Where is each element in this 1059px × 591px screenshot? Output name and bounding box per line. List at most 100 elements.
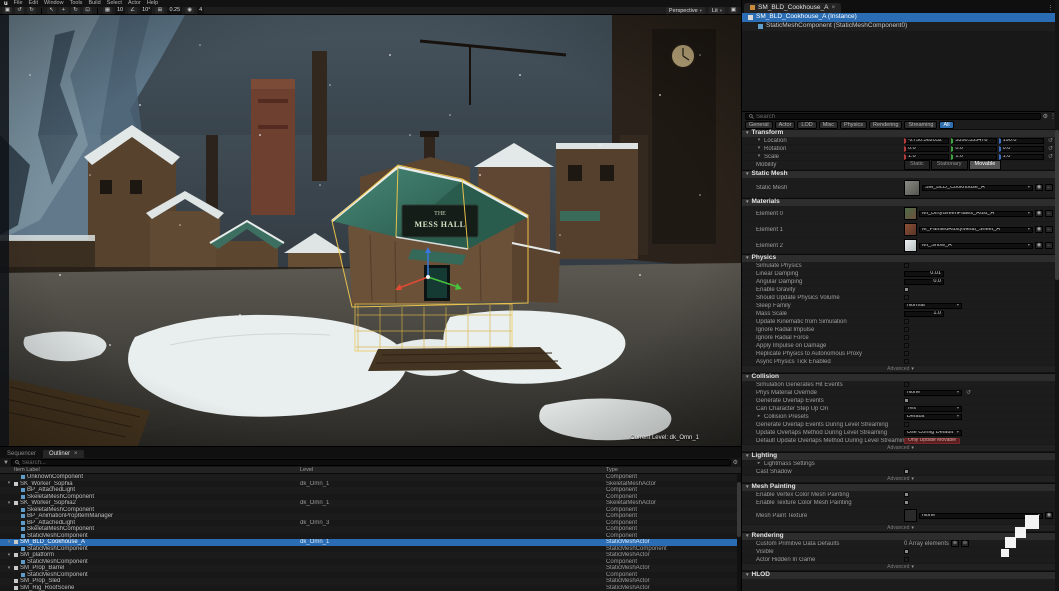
column-item-label[interactable]: Item Label (0, 467, 300, 473)
material-dropdown[interactable]: M_PaintedRustyMetal_Sheet_A▾ (919, 227, 1033, 233)
scrollbar-thumb[interactable] (1055, 130, 1059, 280)
outliner-settings-gear-icon[interactable]: ⚙ (733, 460, 738, 466)
clear-array-icon[interactable]: ⊖ (961, 540, 969, 547)
grid-snap-icon[interactable]: ▦ (103, 7, 112, 14)
scale-snap-value[interactable]: 0.25 (167, 7, 182, 14)
browse-to-asset-icon[interactable]: ◉ (1035, 242, 1043, 249)
checkbox[interactable] (904, 492, 909, 497)
scale-x-field[interactable]: 1.0 (904, 154, 949, 160)
mobility-static[interactable]: Static (904, 160, 930, 170)
checkbox[interactable] (904, 398, 909, 403)
menu-item-actor[interactable]: Actor (128, 1, 141, 7)
rotate-tool-icon[interactable]: ↻ (71, 7, 80, 14)
rotation-snap-icon[interactable]: ∠ (128, 7, 137, 14)
menu-item-edit[interactable]: Edit (29, 1, 38, 7)
section-physics[interactable]: ▾Physics (742, 254, 1059, 262)
undo-button[interactable]: ↺ (15, 7, 24, 14)
static-mesh-dropdown[interactable]: SM_BLD_Cookhouse_A▾ (922, 185, 1033, 191)
dropdown[interactable]: Use Config Default▾ (904, 430, 962, 436)
select-tool-icon[interactable]: ↖ (47, 7, 56, 14)
scale-y-field[interactable]: 1.0 (951, 154, 996, 160)
perspective-dropdown[interactable]: Perspective▾ (666, 7, 705, 14)
mobility-stationary[interactable]: Stationary (931, 160, 968, 170)
dropdown[interactable]: Yes▾ (904, 406, 962, 412)
location-y-field[interactable]: 3350.335478 (951, 138, 996, 144)
filter-streaming[interactable]: Streaming (904, 121, 937, 130)
section-hlod[interactable]: ▾HLOD (742, 571, 1059, 579)
outliner-row[interactable]: ▾SK_Worker_Sophia2dk_Omn_1SkeletalMeshAc… (0, 500, 741, 507)
outliner-row-selected[interactable]: ▾SM_BLD_Cookhouse_Adk_Omn_1StaticMeshAct… (0, 539, 741, 546)
advanced-expander[interactable]: Advanced▾ (742, 476, 1059, 483)
outliner-row[interactable]: ▾SK_Worker_Sophiadk_Omn_1SkeletalMeshAct… (0, 481, 741, 488)
scale-snap-icon[interactable]: ⊞ (155, 7, 164, 14)
rotation-snap-value[interactable]: 10° (140, 7, 152, 14)
details-search-field[interactable] (756, 114, 1037, 120)
component-row-staticmesh[interactable]: StaticMeshComponent (StaticMeshComponent… (742, 22, 1059, 31)
maximize-viewport-icon[interactable]: ▣ (729, 7, 738, 14)
menu-item-file[interactable]: File (14, 1, 23, 7)
location-x-field[interactable]: -2730.362032 (904, 138, 949, 144)
browse-to-asset-icon[interactable]: ◉ (1035, 210, 1043, 217)
filter-lod[interactable]: LOD (797, 121, 816, 130)
section-static-mesh[interactable]: ▾Static Mesh (742, 170, 1059, 178)
scale-tool-icon[interactable]: ⊡ (83, 7, 92, 14)
grid-snap-value[interactable]: 10 (115, 7, 125, 14)
save-button[interactable]: ▣ (3, 7, 12, 14)
material-thumbnail[interactable] (904, 239, 917, 252)
checkbox[interactable] (904, 557, 909, 562)
expander-icon[interactable]: ▾ (6, 540, 12, 545)
filter-actor[interactable]: Actor (775, 121, 796, 130)
use-selected-asset-icon[interactable]: ← (1045, 226, 1053, 233)
material-dropdown[interactable]: MI_Snow_A▾ (919, 243, 1033, 249)
checkbox[interactable] (904, 319, 909, 324)
view-mode-dropdown[interactable]: Lit▾ (709, 7, 725, 14)
add-element-icon[interactable]: ⊕ (951, 540, 959, 547)
mobility-movable[interactable]: Movable (969, 160, 1002, 170)
number-field[interactable]: 0.0 (904, 279, 944, 285)
checkbox[interactable] (904, 500, 909, 505)
camera-speed-icon[interactable]: ◉ (185, 7, 194, 14)
browse-to-asset-icon[interactable]: ◉ (1035, 226, 1043, 233)
checkbox[interactable] (904, 343, 909, 348)
checkbox[interactable] (904, 335, 909, 340)
close-icon[interactable]: × (831, 5, 835, 12)
number-field[interactable]: 0.01 (904, 271, 944, 277)
tab-outliner[interactable]: Outliner× (43, 450, 84, 458)
column-level[interactable]: Level (300, 467, 606, 473)
checkbox[interactable] (904, 287, 909, 292)
material-thumbnail[interactable] (904, 207, 917, 220)
outliner-row[interactable]: SM_Rig_RoofSceneStaticMeshActor (0, 585, 741, 591)
static-mesh-thumbnail[interactable] (904, 180, 920, 196)
rotation-y-field[interactable]: 0.0° (951, 146, 996, 152)
location-z-field[interactable]: 190.0 (999, 138, 1044, 144)
filter-physics[interactable]: Physics (840, 121, 867, 130)
reset-icon[interactable]: ↺ (966, 390, 971, 396)
menu-item-build[interactable]: Build (88, 1, 100, 7)
use-selected-asset-icon[interactable]: ← (1045, 184, 1053, 191)
checkbox[interactable] (904, 327, 909, 332)
rotation-x-field[interactable]: 0.0° (904, 146, 949, 152)
number-field[interactable]: 1.0 (904, 311, 944, 317)
column-type[interactable]: Type (606, 467, 741, 473)
browse-to-asset-icon[interactable]: ◉ (1045, 512, 1053, 519)
reset-icon[interactable]: ↺ (1048, 146, 1053, 152)
outliner-search-input[interactable] (11, 459, 731, 466)
component-row-actor[interactable]: SM_BLD_Cookhouse_A (Instance) (742, 13, 1059, 22)
reset-icon[interactable]: ↺ (1048, 154, 1053, 160)
checkbox[interactable] (904, 469, 909, 474)
dropdown[interactable]: Normal▾ (904, 303, 962, 309)
section-collision[interactable]: ▾Collision (742, 373, 1059, 381)
details-search-input[interactable] (745, 113, 1041, 120)
details-settings-gear-icon[interactable]: ⚙ (1043, 114, 1048, 120)
filter-general[interactable]: General (745, 121, 773, 130)
menu-item-select[interactable]: Select (107, 1, 122, 7)
advanced-expander[interactable]: Advanced▾ (742, 366, 1059, 373)
checkbox[interactable] (904, 351, 909, 356)
outliner-row[interactable]: BP_AttachedLightdk_Omn_3Component (0, 520, 741, 527)
advanced-expander[interactable]: Advanced▾ (742, 445, 1059, 452)
checkbox[interactable] (904, 422, 909, 427)
filter-all[interactable]: All (939, 121, 953, 130)
advanced-expander[interactable]: Advanced▾ (742, 564, 1059, 571)
filter-misc[interactable]: Misc (819, 121, 838, 130)
browse-to-asset-icon[interactable]: ◉ (1035, 184, 1043, 191)
